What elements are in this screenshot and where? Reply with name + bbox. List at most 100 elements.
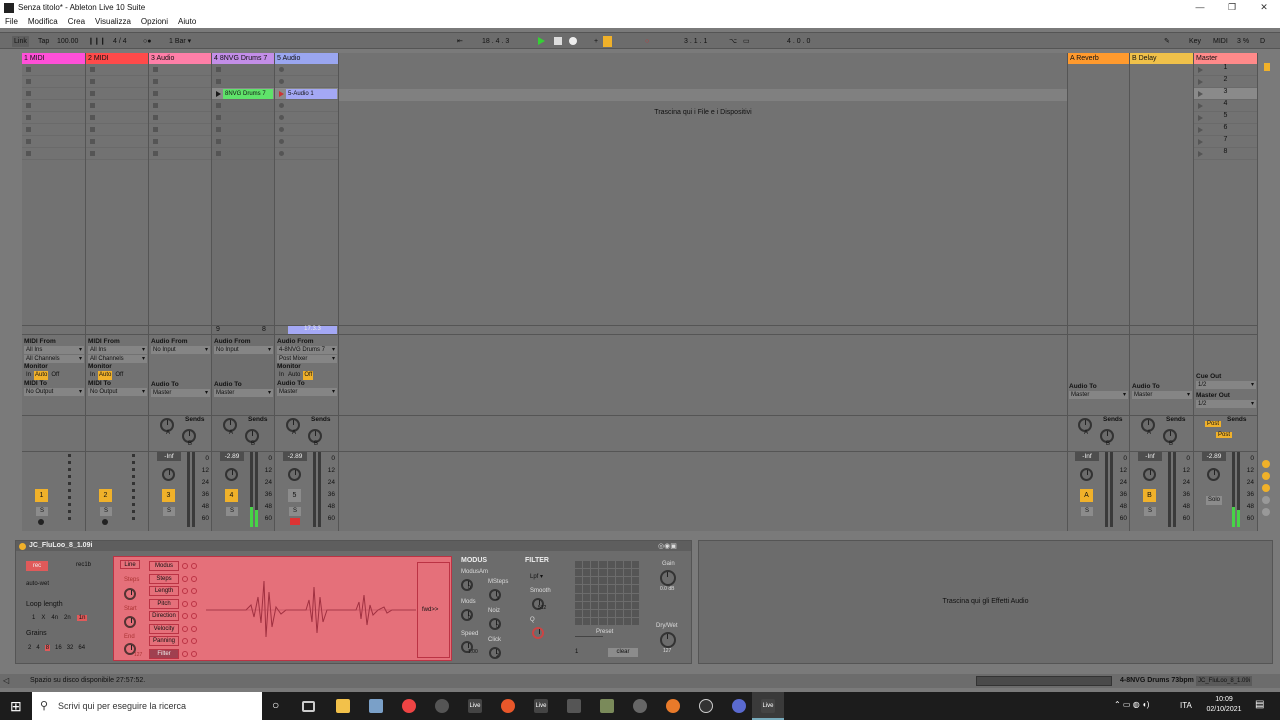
- filter-type-select[interactable]: Lpf ▾: [530, 573, 543, 580]
- preset-slot[interactable]: [591, 601, 599, 609]
- preset-slot[interactable]: [599, 609, 607, 617]
- mod-toggle-icon[interactable]: [191, 650, 197, 657]
- key-map-button[interactable]: Key: [1187, 36, 1203, 47]
- view-toggle-icon[interactable]: [1262, 460, 1270, 468]
- preset-slot[interactable]: [631, 569, 639, 577]
- preset-slot[interactable]: [607, 569, 615, 577]
- preset-slot[interactable]: [591, 609, 599, 617]
- mod-toggle-icon[interactable]: [182, 613, 188, 620]
- app-icon[interactable]: [600, 699, 614, 713]
- preset-slot[interactable]: [583, 617, 591, 625]
- loop-start-field[interactable]: 3 . 1 . 1: [682, 36, 709, 47]
- scene-launch-icon[interactable]: [1198, 151, 1203, 157]
- preset-slot[interactable]: [591, 617, 599, 625]
- cortana-icon[interactable]: ○: [272, 698, 279, 712]
- automation-arm-icon[interactable]: [603, 36, 612, 47]
- monitor-off[interactable]: Off: [50, 371, 60, 380]
- overdub-icon[interactable]: +: [592, 36, 600, 47]
- preset-slot[interactable]: [575, 569, 583, 577]
- msteps-knob[interactable]: [489, 589, 501, 601]
- clip-record-icon[interactable]: [279, 151, 284, 156]
- clip-stop-icon[interactable]: [26, 103, 31, 108]
- link-button[interactable]: Link: [12, 36, 29, 47]
- session-scroll-icon[interactable]: [1264, 63, 1270, 71]
- preset-slot[interactable]: [631, 593, 639, 601]
- steps-knob[interactable]: [124, 588, 136, 600]
- scene-number[interactable]: 3: [1224, 88, 1228, 95]
- stop-icon[interactable]: [554, 37, 562, 45]
- pan-knob[interactable]: [225, 468, 238, 481]
- preset-slot[interactable]: [631, 577, 639, 585]
- track-activator-button[interactable]: 5: [288, 489, 301, 502]
- output-select[interactable]: No Output: [88, 388, 147, 396]
- preset-slot[interactable]: [623, 609, 631, 617]
- pan-knob[interactable]: [1207, 468, 1220, 481]
- clip-stop-icon[interactable]: [153, 91, 158, 96]
- preset-slot[interactable]: [631, 617, 639, 625]
- input-type-select[interactable]: 4-8NVG Drums 7: [277, 346, 337, 354]
- pan-knob[interactable]: [162, 468, 175, 481]
- track-activator-button[interactable]: 2: [99, 489, 112, 502]
- clip-stop-icon[interactable]: [90, 115, 95, 120]
- close-icon[interactable]: ✕: [1248, 2, 1280, 13]
- app-icon[interactable]: [732, 699, 746, 713]
- mod-button[interactable]: Filter: [149, 648, 179, 659]
- preset-slot[interactable]: [615, 569, 623, 577]
- input-type-select[interactable]: All Ins: [88, 346, 147, 354]
- preset-slot[interactable]: [631, 601, 639, 609]
- mod-toggle-icon[interactable]: [182, 588, 188, 595]
- scene-launch-icon[interactable]: [1198, 115, 1203, 121]
- follow-icon[interactable]: ⇤: [455, 36, 465, 47]
- preset-slot[interactable]: [615, 609, 623, 617]
- device-power-icon[interactable]: [19, 543, 26, 550]
- clip-stop-icon[interactable]: [26, 127, 31, 132]
- monitor-in[interactable]: In: [89, 371, 96, 380]
- track-activator-button[interactable]: A: [1080, 489, 1093, 502]
- preset-slot[interactable]: [615, 601, 623, 609]
- preset-slot[interactable]: [623, 601, 631, 609]
- loop-opt[interactable]: 1: [32, 615, 35, 621]
- scene-launch-icon[interactable]: [1198, 79, 1203, 85]
- clip-stop-icon[interactable]: [216, 139, 221, 144]
- input-channel-select[interactable]: Post Mixer: [277, 355, 337, 363]
- preset-slot[interactable]: [631, 561, 639, 569]
- preset-slot[interactable]: [607, 577, 615, 585]
- mod-button[interactable]: Steps: [149, 573, 179, 584]
- input-type-select[interactable]: All Ins: [24, 346, 84, 354]
- scene-number[interactable]: 5: [1224, 112, 1228, 119]
- solo-button[interactable]: S: [289, 507, 301, 516]
- effects-drop-area[interactable]: Trascina qui gli Effetti Audio: [698, 540, 1273, 664]
- preset-slot[interactable]: [623, 585, 631, 593]
- mod-button[interactable]: Modus: [149, 561, 179, 572]
- device-window-icons[interactable]: ◎◉▣: [658, 542, 677, 550]
- record-icon[interactable]: [569, 37, 577, 45]
- metronome-icon[interactable]: ○●: [141, 36, 153, 47]
- arrangement-position[interactable]: 18 . 4 . 3: [480, 36, 511, 47]
- preset-slot[interactable]: [623, 561, 631, 569]
- scene-launch-icon[interactable]: [1198, 127, 1203, 133]
- rec-button[interactable]: rec: [26, 561, 48, 571]
- clip-stop-icon[interactable]: [216, 151, 221, 156]
- preset-slot[interactable]: [591, 593, 599, 601]
- mod-toggle-icon[interactable]: [191, 613, 197, 620]
- solo-button[interactable]: S: [1081, 507, 1093, 516]
- track-title[interactable]: A Reverb: [1068, 53, 1129, 64]
- mod-toggle-icon[interactable]: [182, 638, 188, 645]
- mod-toggle-icon[interactable]: [191, 600, 197, 607]
- scene-number[interactable]: 7: [1224, 136, 1228, 143]
- output-select[interactable]: Master: [1132, 391, 1192, 399]
- output-select[interactable]: Master: [214, 389, 273, 397]
- q-knob[interactable]: [532, 627, 544, 639]
- tray-icons[interactable]: ⌃ ▭ ◍ ◖): [1114, 700, 1149, 709]
- task-view-icon[interactable]: [302, 701, 315, 712]
- solo-button[interactable]: S: [1144, 507, 1156, 516]
- input-type-select[interactable]: No Input: [151, 346, 210, 354]
- preset-slot[interactable]: [591, 561, 599, 569]
- preset-slot[interactable]: [591, 569, 599, 577]
- preset-slot[interactable]: [623, 617, 631, 625]
- maximize-icon[interactable]: ❐: [1216, 2, 1248, 13]
- monitor-off[interactable]: Off: [303, 371, 314, 380]
- windows-start-icon[interactable]: ⊞: [10, 698, 22, 715]
- scene-number[interactable]: 6: [1224, 124, 1228, 131]
- monitor-auto[interactable]: Auto: [287, 371, 301, 380]
